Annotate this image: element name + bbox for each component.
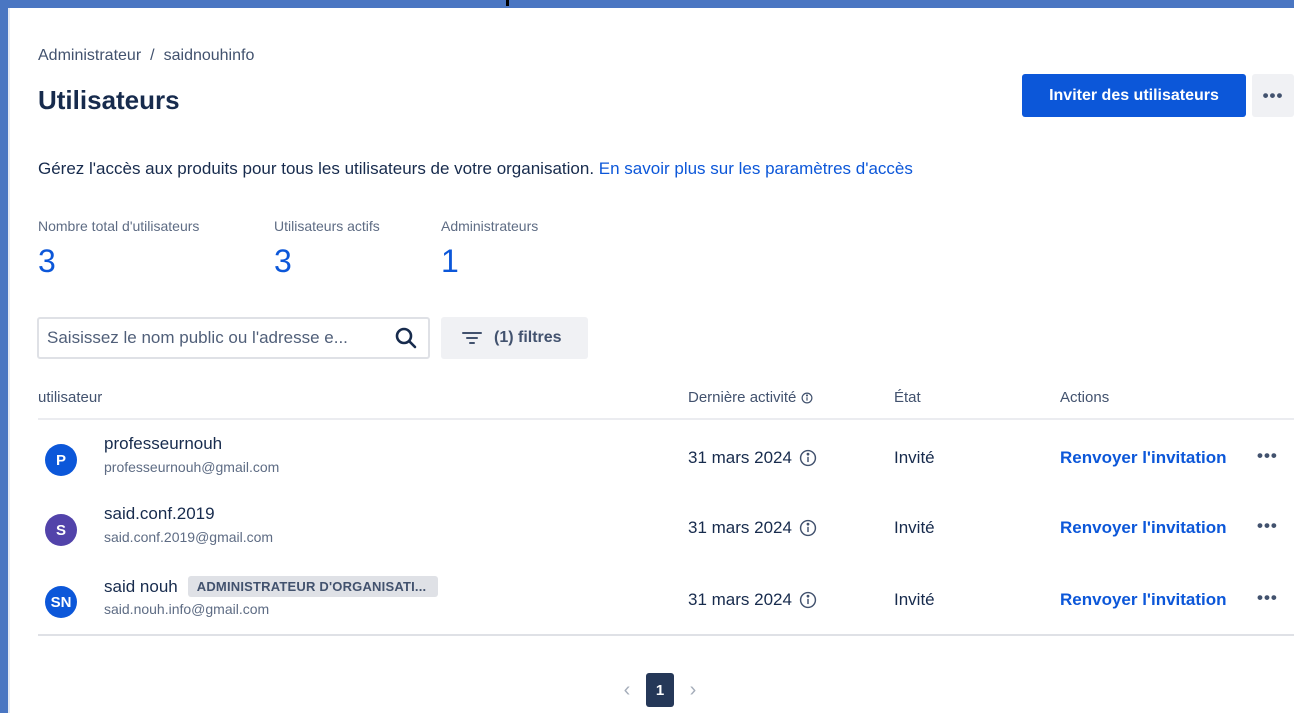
table-bottom-divider bbox=[38, 634, 1294, 636]
access-settings-link[interactable]: En savoir plus sur les paramètres d'accè… bbox=[599, 159, 913, 178]
user-email: said.conf.2019@gmail.com bbox=[104, 529, 274, 545]
page-button-current[interactable]: 1 bbox=[646, 673, 674, 707]
column-header-state[interactable]: État bbox=[894, 389, 921, 406]
chevron-right-icon[interactable]: › bbox=[678, 675, 708, 705]
stat-value[interactable]: 3 bbox=[274, 243, 380, 280]
page-title: Utilisateurs bbox=[38, 85, 180, 115]
user-email: professeurnouh@gmail.com bbox=[104, 459, 280, 475]
stat-total-users: Nombre total d'utilisateurs 3 bbox=[38, 218, 199, 280]
column-header-last-activity[interactable]: Dernière activité bbox=[688, 389, 813, 406]
breadcrumb: Administrateur / saidnouhinfo bbox=[38, 47, 254, 65]
user-name[interactable]: professeurnouh bbox=[104, 434, 222, 454]
breadcrumb-separator: / bbox=[150, 47, 155, 64]
stat-administrators: Administrateurs 1 bbox=[441, 218, 538, 280]
search-box bbox=[37, 317, 430, 359]
role-badge: ADMINISTRATEUR D'ORGANISATI... bbox=[187, 576, 439, 597]
avatar[interactable]: SN bbox=[45, 586, 77, 618]
window-frame-left bbox=[0, 0, 8, 713]
page-description: Gérez l'accès aux produits pour tous les… bbox=[38, 159, 913, 179]
window-frame-top bbox=[0, 0, 1294, 8]
row-more-icon[interactable]: ••• bbox=[1257, 516, 1278, 536]
row-more-icon[interactable]: ••• bbox=[1257, 446, 1278, 466]
search-icon[interactable] bbox=[394, 326, 418, 350]
column-header-user[interactable]: utilisateur bbox=[38, 389, 102, 406]
table-row: P professeurnouh professeurnouh@gmail.co… bbox=[38, 432, 1294, 502]
filters-button[interactable]: (1) filtres bbox=[441, 317, 588, 359]
user-name[interactable]: said nouh ADMINISTRATEUR D'ORGANISATI... bbox=[104, 576, 439, 597]
last-activity-date: 31 mars 2024 bbox=[688, 590, 792, 609]
search-input[interactable] bbox=[47, 328, 392, 348]
info-icon[interactable] bbox=[799, 591, 817, 609]
stat-value[interactable]: 3 bbox=[38, 243, 199, 280]
page-more-button[interactable]: ••• bbox=[1252, 74, 1294, 117]
row-more-icon[interactable]: ••• bbox=[1257, 588, 1278, 608]
avatar[interactable]: S bbox=[45, 514, 77, 546]
window-frame-inner-edge bbox=[8, 8, 10, 713]
chevron-left-icon[interactable]: ‹ bbox=[612, 675, 642, 705]
avatar[interactable]: P bbox=[45, 444, 77, 476]
text-cursor bbox=[506, 0, 509, 6]
last-activity-date: 31 mars 2024 bbox=[688, 448, 792, 467]
user-state: Invité bbox=[894, 518, 935, 537]
resend-invitation-link[interactable]: Renvoyer l'invitation bbox=[1060, 448, 1227, 468]
user-state: Invité bbox=[894, 590, 935, 609]
user-name-text: said.conf.2019 bbox=[104, 504, 215, 523]
last-activity: 31 mars 2024 bbox=[688, 448, 817, 468]
last-activity-date: 31 mars 2024 bbox=[688, 518, 792, 537]
resend-invitation-link[interactable]: Renvoyer l'invitation bbox=[1060, 590, 1227, 610]
info-icon[interactable] bbox=[801, 392, 813, 404]
stat-value[interactable]: 1 bbox=[441, 243, 538, 280]
column-header-label: Dernière activité bbox=[688, 389, 797, 406]
breadcrumb-root[interactable]: Administrateur bbox=[38, 47, 141, 64]
last-activity: 31 mars 2024 bbox=[688, 518, 817, 538]
stat-label: Utilisateurs actifs bbox=[274, 218, 380, 234]
stat-label: Administrateurs bbox=[441, 218, 539, 234]
description-text: Gérez l'accès aux produits pour tous les… bbox=[38, 159, 595, 178]
user-name[interactable]: said.conf.2019 bbox=[104, 504, 215, 524]
more-icon: ••• bbox=[1262, 85, 1284, 105]
filter-icon bbox=[462, 332, 482, 344]
column-header-actions: Actions bbox=[1060, 389, 1110, 406]
info-icon[interactable] bbox=[799, 449, 817, 467]
pagination: ‹ 1 › bbox=[612, 673, 708, 707]
filters-label: (1) filtres bbox=[494, 329, 562, 346]
resend-invitation-link[interactable]: Renvoyer l'invitation bbox=[1060, 518, 1227, 538]
user-name-text: professeurnouh bbox=[104, 434, 223, 453]
user-state: Invité bbox=[894, 448, 935, 467]
table-header-divider bbox=[38, 418, 1294, 420]
info-icon[interactable] bbox=[799, 519, 817, 537]
stat-label: Nombre total d'utilisateurs bbox=[38, 218, 200, 234]
invite-users-button[interactable]: Inviter des utilisateurs bbox=[1022, 74, 1246, 117]
user-name-text: said nouh bbox=[104, 576, 178, 596]
last-activity: 31 mars 2024 bbox=[688, 590, 817, 610]
user-email: said.nouh.info@gmail.com bbox=[104, 601, 270, 617]
breadcrumb-current[interactable]: saidnouhinfo bbox=[164, 47, 255, 64]
table-row: S said.conf.2019 said.conf.2019@gmail.co… bbox=[38, 502, 1294, 572]
stat-active-users: Utilisateurs actifs 3 bbox=[274, 218, 380, 280]
